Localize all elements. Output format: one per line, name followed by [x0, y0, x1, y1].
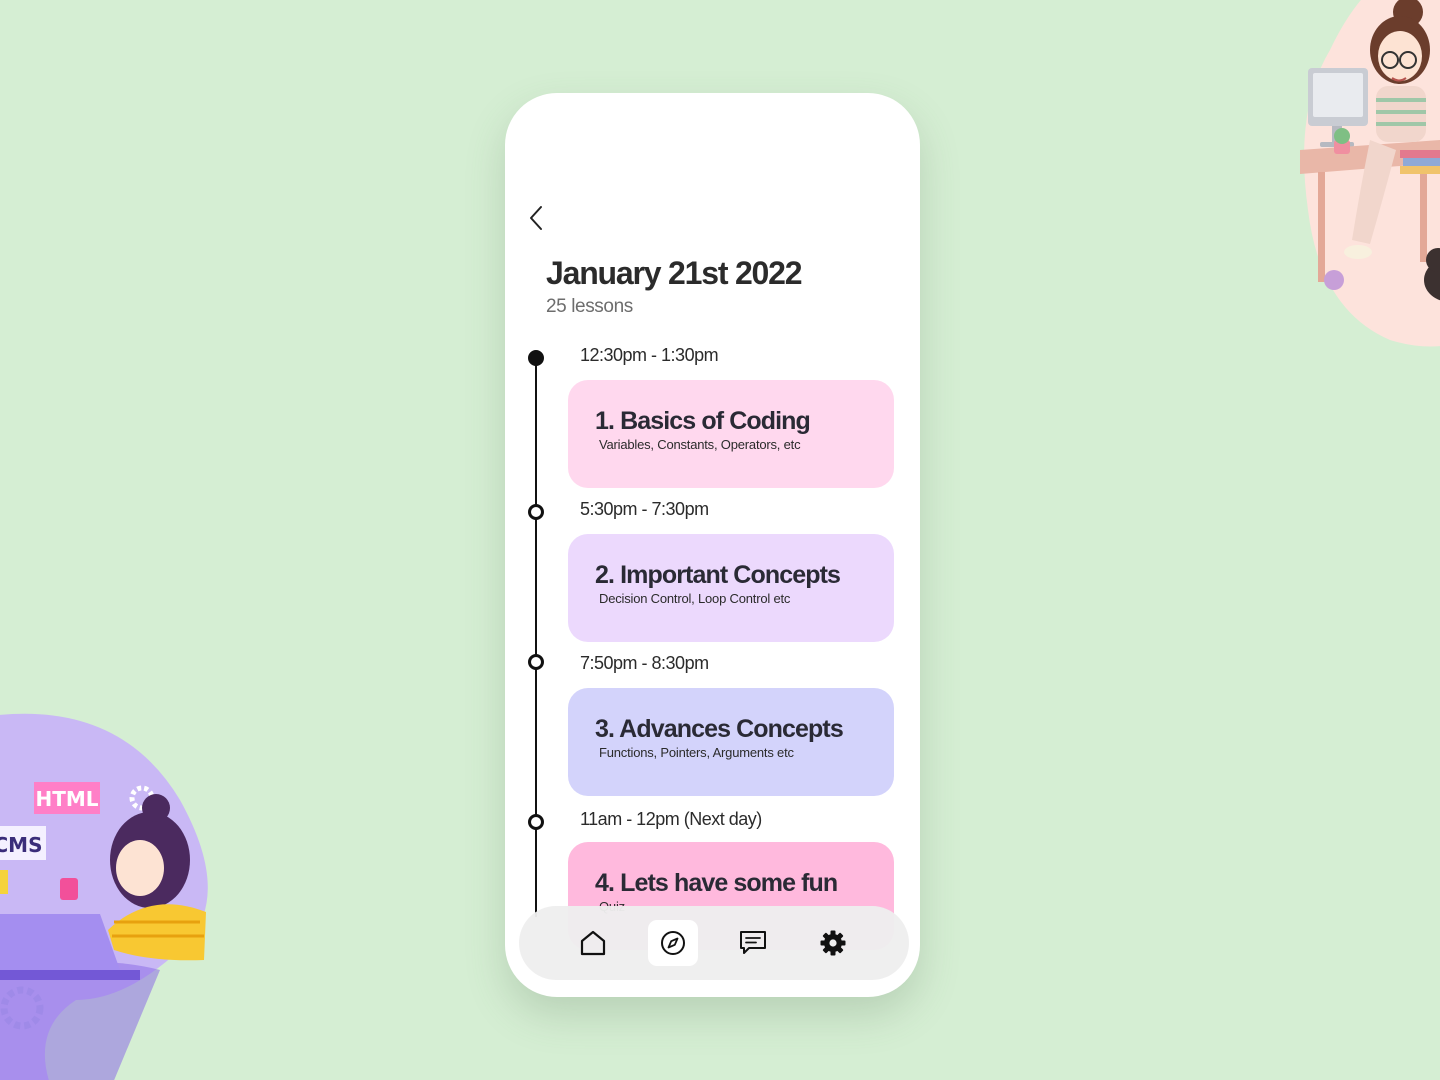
- nav-messages-button[interactable]: [728, 920, 778, 966]
- compass-icon: [661, 931, 685, 955]
- nav-home-button[interactable]: [568, 920, 618, 966]
- gear-icon: [820, 930, 846, 956]
- lesson-count: 25 lessons: [546, 296, 633, 317]
- lesson-time: 11am - 12pm (Next day): [580, 809, 762, 829]
- nav-settings-button[interactable]: [808, 920, 858, 966]
- lesson-title: 4. Lets have some fun: [595, 869, 838, 897]
- lesson-time: 7:50pm - 8:30pm: [580, 653, 709, 673]
- lesson-title: 2. Important Concepts: [595, 561, 841, 589]
- timeline-marker: [528, 504, 544, 520]
- lesson-description: Functions, Pointers, Arguments etc: [599, 745, 794, 760]
- lesson-description: Variables, Constants, Operators, etc: [599, 437, 801, 452]
- home-icon: [580, 930, 606, 956]
- bottom-nav: [519, 906, 909, 980]
- coder-girl-illustration: HTML CMS </>: [0, 713, 208, 1080]
- timeline-marker: [528, 814, 544, 830]
- phone-frame: January 21st 2022 25 lessons 12:30pm - 1…: [505, 93, 920, 997]
- girl-at-desk-illustration: [1300, 0, 1440, 347]
- timeline-line: [535, 357, 537, 917]
- html-tag-label: HTML: [35, 787, 98, 811]
- cms-tag-label: CMS: [0, 833, 42, 857]
- lesson-card[interactable]: 3. Advances Concepts Functions, Pointers…: [568, 688, 894, 796]
- timeline-marker-filled: [528, 350, 544, 366]
- chevron-left-icon: [530, 206, 542, 230]
- lesson-card[interactable]: 2. Important Concepts Decision Control, …: [568, 534, 894, 642]
- page-title: January 21st 2022: [546, 255, 803, 291]
- chat-icon: [740, 931, 766, 954]
- timeline-marker: [528, 654, 544, 670]
- nav-explore-button[interactable]: [648, 920, 698, 966]
- lesson-time: 5:30pm - 7:30pm: [580, 499, 709, 519]
- lesson-description: Decision Control, Loop Control etc: [599, 591, 791, 606]
- back-button[interactable]: [523, 203, 549, 233]
- lesson-title: 3. Advances Concepts: [595, 715, 844, 743]
- lesson-title: 1. Basics of Coding: [595, 407, 811, 435]
- stage: HTML CMS </> January 21st 2022 25 lesson…: [0, 0, 1440, 1080]
- lesson-time: 12:30pm - 1:30pm: [580, 345, 719, 365]
- lesson-card[interactable]: 1. Basics of Coding Variables, Constants…: [568, 380, 894, 488]
